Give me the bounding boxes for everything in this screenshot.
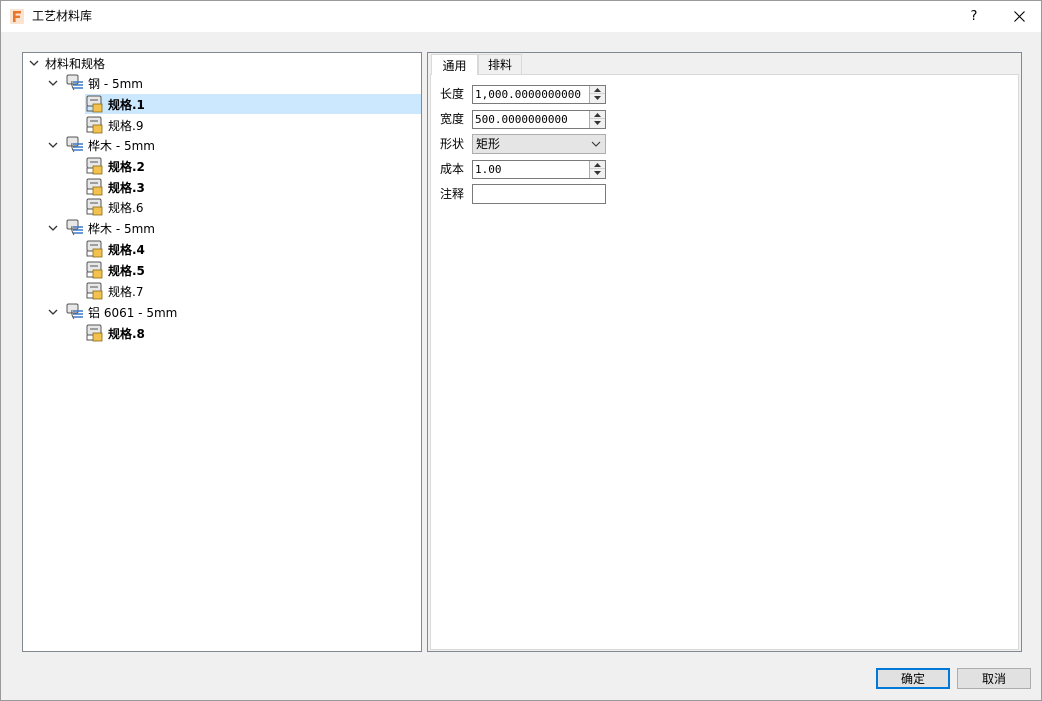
- tree-spec-label: 规格.5: [108, 264, 145, 278]
- tab-content-general: 长度 1,000.0000000000 宽度 500.0000000000 形状…: [430, 74, 1019, 650]
- spin-up-button[interactable]: [590, 111, 605, 119]
- tree-material[interactable]: 桦木 - 5mm: [23, 218, 421, 238]
- tree-material[interactable]: 钢 - 5mm: [23, 73, 421, 93]
- triangle-down-icon: [594, 171, 601, 175]
- tree-material[interactable]: 铝 6061 - 5mm: [23, 302, 421, 322]
- spin-down-button[interactable]: [590, 169, 605, 177]
- tree-material[interactable]: 桦木 - 5mm: [23, 135, 421, 155]
- width-field[interactable]: 500.0000000000: [472, 110, 606, 129]
- shape-value: 矩形: [476, 137, 501, 151]
- material-icon: [66, 136, 83, 153]
- window-title: 工艺材料库: [32, 9, 93, 23]
- material-icon: [66, 74, 83, 91]
- tree-root-label: 材料和规格: [45, 57, 106, 71]
- tree-material-label: 桦木 - 5mm: [88, 222, 155, 236]
- spin-down-button[interactable]: [590, 119, 605, 127]
- tab-general-label: 通用: [442, 58, 467, 73]
- triangle-up-icon: [594, 162, 601, 167]
- tree-spec-item[interactable]: 规格.3: [85, 177, 421, 197]
- tree-spec-item[interactable]: 规格.6: [85, 197, 421, 217]
- material-tree[interactable]: 材料和规格 钢 - 5mm 规格.1 规格.9 桦木 - 5mm 规格.2 规格…: [22, 52, 422, 652]
- dialog-window: 工艺材料库 ? 材料和规格 钢 - 5mm 规格.1 规格.9 桦木 - 5mm…: [0, 0, 1042, 701]
- triangle-up-icon: [594, 87, 601, 92]
- tree-spec-label: 规格.8: [108, 327, 145, 341]
- help-button[interactable]: ?: [957, 1, 991, 32]
- title-bar: 工艺材料库 ?: [1, 1, 1041, 32]
- spec-icon: [86, 178, 103, 196]
- tree-spec-label: 规格.3: [108, 181, 145, 195]
- width-value: 500.0000000000: [475, 113, 568, 126]
- spin-up-button[interactable]: [590, 161, 605, 169]
- triangle-up-icon: [594, 112, 601, 117]
- close-button[interactable]: [1001, 1, 1037, 32]
- tree-spec-label: 规格.4: [108, 243, 145, 257]
- length-field[interactable]: 1,000.0000000000: [472, 85, 606, 104]
- chevron-down-icon[interactable]: [48, 223, 58, 233]
- help-label: ?: [970, 9, 978, 24]
- material-icon: [66, 219, 83, 236]
- chevron-down-icon[interactable]: [29, 58, 39, 68]
- spec-icon: [86, 261, 103, 279]
- tree-spec-item[interactable]: 规格.9: [85, 115, 421, 135]
- spec-icon: [86, 198, 103, 216]
- chevron-down-icon[interactable]: [48, 78, 58, 88]
- tree-spec-item[interactable]: 规格.4: [85, 239, 421, 259]
- tree-spec-item[interactable]: 规格.7: [85, 281, 421, 301]
- length-value: 1,000.0000000000: [475, 88, 581, 101]
- note-label: 注释: [440, 187, 465, 201]
- ok-label: 确定: [900, 672, 925, 686]
- tree-spec-item[interactable]: 规格.1: [85, 94, 421, 114]
- tree-spec-item[interactable]: 规格.8: [85, 323, 421, 343]
- material-icon: [66, 303, 83, 320]
- tree-spec-item[interactable]: 规格.5: [85, 260, 421, 280]
- tree-spec-label: 规格.1: [108, 98, 145, 112]
- spin-down-button[interactable]: [590, 94, 605, 102]
- cost-value: 1.00: [475, 163, 502, 176]
- tab-general[interactable]: 通用: [431, 54, 478, 75]
- chevron-down-icon[interactable]: [48, 140, 58, 150]
- tree-spec-item[interactable]: 规格.2: [85, 156, 421, 176]
- ok-button[interactable]: 确定: [876, 668, 950, 689]
- triangle-down-icon: [594, 96, 601, 100]
- length-stepper[interactable]: [589, 86, 605, 103]
- spec-icon: [86, 157, 103, 175]
- tree-spec-label: 规格.9: [108, 119, 144, 133]
- cost-label: 成本: [440, 162, 465, 176]
- spec-icon: [86, 116, 103, 134]
- properties-panel: 通用 排料 长度 1,000.0000000000 宽度 500.0000000…: [427, 52, 1022, 652]
- tree-spec-label: 规格.7: [108, 285, 144, 299]
- chevron-down-icon: [591, 141, 601, 147]
- cancel-button[interactable]: 取消: [957, 668, 1031, 689]
- width-stepper[interactable]: [589, 111, 605, 128]
- tree-material-label: 钢 - 5mm: [88, 77, 143, 91]
- spec-icon: [86, 282, 103, 300]
- cancel-label: 取消: [981, 672, 1006, 686]
- cost-field[interactable]: 1.00: [472, 160, 606, 179]
- width-label: 宽度: [440, 112, 465, 126]
- tree-spec-label: 规格.2: [108, 160, 145, 174]
- triangle-down-icon: [594, 121, 601, 125]
- close-icon: [1013, 11, 1025, 22]
- spec-icon: [86, 95, 103, 113]
- app-icon: [10, 9, 24, 24]
- tree-root[interactable]: 材料和规格: [23, 53, 421, 73]
- note-input[interactable]: [472, 184, 606, 204]
- spec-icon: [86, 240, 103, 258]
- shape-label: 形状: [440, 137, 465, 151]
- spin-up-button[interactable]: [590, 86, 605, 94]
- spec-icon: [86, 324, 103, 342]
- tab-nesting-label: 排料: [487, 58, 512, 72]
- tree-spec-label: 规格.6: [108, 201, 144, 215]
- length-label: 长度: [440, 87, 465, 101]
- shape-select[interactable]: 矩形: [472, 134, 606, 154]
- chevron-down-icon[interactable]: [48, 307, 58, 317]
- tree-material-label: 桦木 - 5mm: [88, 139, 155, 153]
- cost-stepper[interactable]: [589, 161, 605, 178]
- tree-material-label: 铝 6061 - 5mm: [88, 306, 178, 320]
- tab-nesting[interactable]: 排料: [478, 54, 522, 74]
